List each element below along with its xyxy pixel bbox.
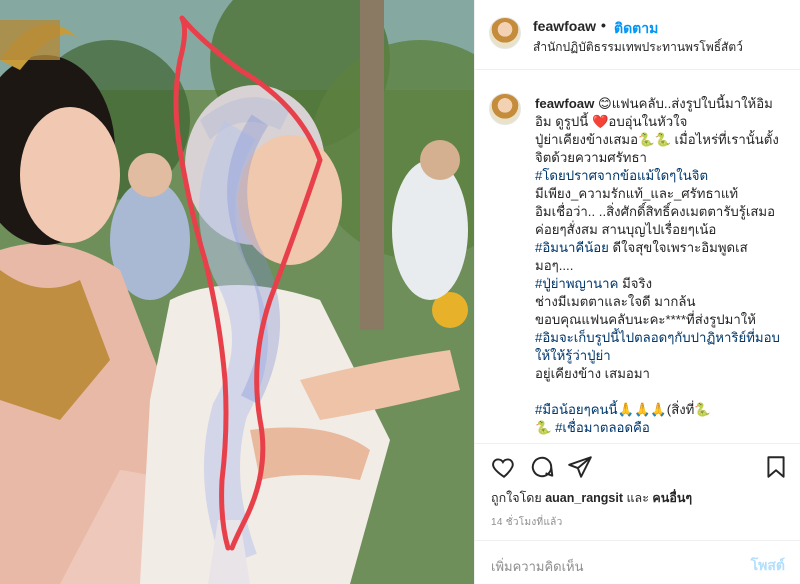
post-timestamp[interactable]: 14 ชั่วโมงที่แล้ว (491, 515, 563, 530)
caption-line: ค่อยๆสั่งสม สานบุญไปเรื่อยๆเน้อ (535, 222, 716, 237)
caption-line: ขอบคุณแฟนคลับนะคะ****ที่ส่งรูปมาให้ (535, 312, 756, 327)
caption-line-text: มีจริง (618, 276, 653, 291)
post-location[interactable]: สำนักปฏิบัติธรรมเทพประทานพรโพธิ์สัตว์ (533, 38, 743, 57)
post-photo[interactable] (0, 0, 474, 584)
caption-line: ช่างมีเมตตาและใจดี มากล้น (535, 294, 695, 309)
post-comment-button[interactable]: โพสต์ (751, 555, 785, 577)
caption-line: ปู่ย่าเคียงข้างเสมอ🐍🐍 เมื่อไหร่ที่เรานั้… (535, 132, 779, 165)
hashtag-link[interactable]: #โดยปราศจากข้อแม้ใดๆในจิต (535, 168, 708, 183)
likes-prefix: ถูกใจโดย (491, 491, 546, 505)
caption-text: feawfoaw 😊แฟนคลับ..ส่งรูปใบนี้มาให้อิม อ… (535, 95, 785, 437)
bookmark-icon[interactable] (763, 454, 789, 480)
caption-line: #อิมจะเก็บรูปนี้ไปตลอดๆกับปาฏิหาริย์ที่ม… (535, 330, 780, 363)
liked-by-others[interactable]: คนอื่นๆ (652, 491, 692, 505)
caption-line: อิมเชื่อว่า.. ..สิ่งศักดิ์สิทธิ์คงเมตตาร… (535, 204, 775, 219)
likes-summary: ถูกใจโดย auan_rangsit และ คนอื่นๆ (491, 488, 692, 508)
comment-input[interactable]: เพิ่มความคิดเห็น (491, 556, 584, 577)
caption-section: feawfoaw 😊แฟนคลับ..ส่งรูปใบนี้มาให้อิม อ… (475, 71, 800, 443)
caption-line-text: ช่างมีเมตตาและใจดี มากล้น (535, 294, 696, 309)
likes-middle: และ (623, 491, 653, 505)
post-side-panel: feawfoaw • ติดตาม สำนักปฏิบัติธรรมเทพประ… (474, 0, 800, 584)
hashtag-link[interactable]: 🐍 #เชื่อมาตลอดคือ (535, 420, 650, 435)
caption-line: 🐍 #เชื่อมาตลอดคือ (535, 420, 650, 435)
action-bar (475, 443, 800, 489)
liked-by-user[interactable]: auan_rangsit (545, 491, 623, 505)
post-header: feawfoaw • ติดตาม สำนักปฏิบัติธรรมเทพประ… (475, 0, 800, 70)
caption-line-text: ค่อยๆสั่งสม สานบุญไปเรื่อยๆเน้อ (535, 222, 717, 237)
separator-dot: • (601, 17, 606, 33)
caption-line: อยู่เคียงข้าง เสมอมา (535, 366, 650, 381)
caption-line: #โดยปราศจากข้อแม้ใดๆในจิต (535, 168, 708, 183)
caption-body: 😊แฟนคลับ..ส่งรูปใบนี้มาให้อิม อิม ดูรูปน… (535, 96, 780, 435)
caption-line-text: 🙏🙏🙏(สิ่งที่🐍 (617, 402, 711, 417)
caption-line-text: อยู่เคียงข้าง เสมอมา (535, 366, 650, 381)
comment-box: เพิ่มความคิดเห็น โพสต์ (475, 540, 800, 584)
author-avatar[interactable] (489, 17, 521, 49)
caption-line-text: อิม ดูรูปนี้ ❤️อบอุ่นในหัวใจ (535, 114, 688, 129)
caption-line-text: อิมเชื่อว่า.. ..สิ่งศักดิ์สิทธิ์คงเมตตาร… (535, 204, 776, 219)
hashtag-link[interactable]: #อิมจะเก็บรูปนี้ไปตลอดๆกับปาฏิหาริย์ที่ม… (535, 330, 780, 363)
caption-line: 😊แฟนคลับ..ส่งรูปใบนี้มาให้อิม (598, 96, 773, 111)
caption-line: มีเพียง_ความรักแท้_และ_ศรัทธาแท้ (535, 186, 738, 201)
hashtag-link[interactable]: #ปู่ย่าพญานาค (535, 276, 618, 291)
photo-illustration (0, 0, 474, 584)
caption-line-text: ขอบคุณแฟนคลับนะคะ****ที่ส่งรูปมาให้ (535, 312, 756, 327)
caption-username[interactable]: feawfoaw (535, 96, 594, 111)
caption-line-text: 😊แฟนคลับ..ส่งรูปใบนี้มาให้อิม (598, 96, 773, 111)
heart-icon[interactable] (491, 454, 517, 480)
hashtag-link[interactable]: #อิมนาคีน้อย (535, 240, 609, 255)
follow-button[interactable]: ติดตาม (614, 18, 658, 40)
hashtag-link[interactable]: #มือน้อยๆคนนี้ (535, 402, 618, 417)
author-username[interactable]: feawfoaw (533, 18, 596, 34)
caption-line: อิม ดูรูปนี้ ❤️อบอุ่นในหัวใจ (535, 114, 687, 129)
caption-line: #ปู่ย่าพญานาค มีจริง (535, 276, 652, 291)
caption-line-text: ปู่ย่าเคียงข้างเสมอ🐍🐍 เมื่อไหร่ที่เรานั้… (535, 132, 779, 165)
caption-line: #มือน้อยๆคนนี้🙏🙏🙏(สิ่งที่🐍 (535, 402, 711, 417)
caption-line: #อิมนาคีน้อย ดีใจสุขใจเพราะอิมพูดเสมอๆ..… (535, 240, 748, 273)
comment-icon[interactable] (529, 454, 555, 480)
caption-avatar[interactable] (489, 93, 521, 125)
share-icon[interactable] (567, 454, 593, 480)
caption-line-text: มีเพียง_ความรักแท้_และ_ศรัทธาแท้ (535, 186, 739, 201)
